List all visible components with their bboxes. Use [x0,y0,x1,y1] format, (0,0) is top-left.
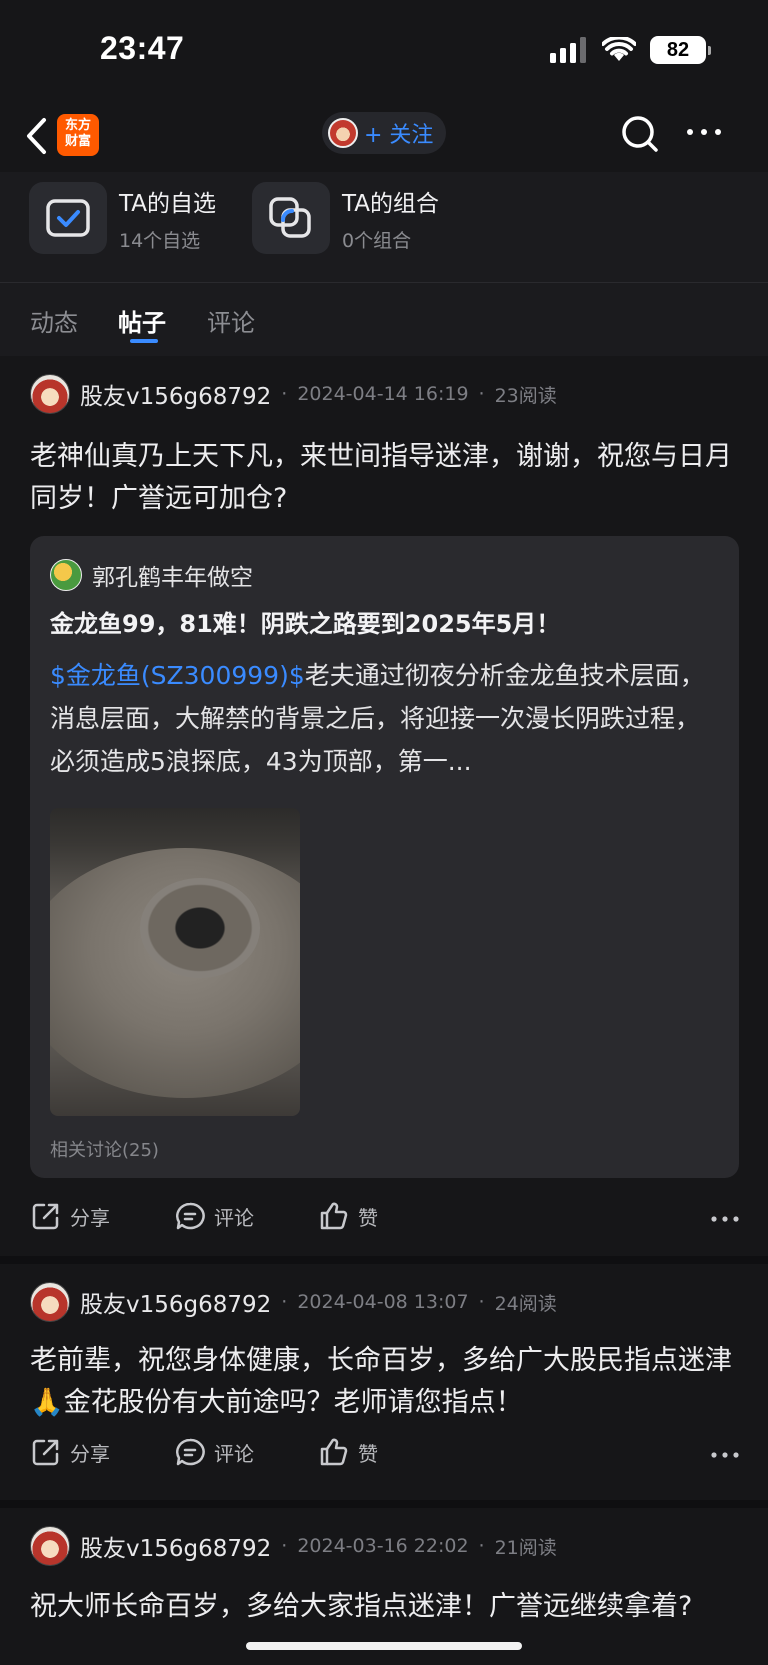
signal-icon [550,37,586,63]
post-date: 2024-03-16 22:02 [297,1535,469,1557]
quoted-post-header: 郭孔鹤丰年做空 [50,558,253,592]
wifi-icon [602,37,636,61]
post-header: 股友v156g68792 · 2024-04-14 16:19 · 23阅读 [30,374,557,414]
watchlist-title: TA的自选 [119,190,216,217]
watchlist-count: 14个自选 [119,229,201,252]
tab-comments[interactable]: 评论 [207,303,255,338]
quoted-post-body: $金龙鱼(SZ300999)$老夫通过彻夜分析金龙鱼技术层面，消息层面，大解禁的… [50,654,720,783]
author-name[interactable]: 股友v156g68792 [80,1529,271,1563]
tab-bar: 动态 帖子 评论 [0,282,768,356]
comment-icon [176,1202,205,1230]
back-arrow-icon[interactable] [24,116,48,156]
user-avatar [328,118,358,148]
tab-active-indicator [130,339,158,343]
watchlist-card[interactable]: TA的自选 14个自选 [29,182,216,254]
profile-strip: TA的自选 14个自选 TA的组合 0个组合 [0,172,768,282]
search-icon[interactable] [620,114,660,154]
read-count: 24阅读 [494,1292,557,1315]
read-count: 21阅读 [494,1536,557,1559]
millstone-hole [140,878,260,978]
home-indicator [246,1642,522,1650]
separator: · [478,1535,485,1557]
quoted-author-name[interactable]: 郭孔鹤丰年做空 [92,558,253,592]
portfolio-icon [252,182,330,254]
post-text[interactable]: 老前辈，祝您身体健康，长命百岁，多给广大股民指点迷津🙏金花股份有大前途吗？老师请… [30,1340,740,1424]
thumbs-up-icon [320,1438,348,1466]
separator: · [281,383,288,405]
thumbs-up-icon [320,1202,348,1230]
tab-activity[interactable]: 动态 [30,303,78,338]
more-menu-icon[interactable] [684,122,724,142]
quoted-post-image[interactable] [50,808,300,1116]
like-button[interactable]: 赞 [318,1200,378,1232]
separator: · [478,383,485,405]
comment-button[interactable]: 评论 [174,1200,254,1232]
post-date: 2024-04-14 16:19 [297,383,469,405]
status-icons: 82 [550,36,711,64]
nav-bar: 东方 财富 + 关注 [0,100,768,172]
post-actions: 分享 评论 赞 [30,1200,740,1240]
author-name[interactable]: 股友v156g68792 [80,377,271,411]
author-avatar[interactable] [30,374,70,414]
post-item[interactable]: 股友v156g68792 · 2024-04-08 13:07 · 24阅读 老… [0,1264,768,1500]
post-more-icon[interactable] [710,1214,740,1224]
quoted-post-card[interactable]: 郭孔鹤丰年做空 金龙鱼99，81难！阴跌之路要到2025年5月！ $金龙鱼(SZ… [30,536,739,1178]
author-avatar[interactable] [30,1282,70,1322]
portfolio-count: 0个组合 [342,229,412,252]
battery-indicator: 82 [650,36,711,64]
follow-label: + 关注 [364,123,434,148]
status-bar: 23:47 82 [0,0,768,100]
separator: · [281,1291,288,1313]
post-item[interactable]: 股友v156g68792 · 2024-04-14 16:19 · 23阅读 老… [0,356,768,1256]
post-divider [0,1256,768,1264]
like-button[interactable]: 赞 [318,1436,378,1468]
post-actions: 分享 评论 赞 [30,1436,740,1476]
app-logo[interactable]: 东方 财富 [57,114,99,156]
related-discussion-link[interactable]: 相关讨论(25) [50,1136,159,1162]
author-name[interactable]: 股友v156g68792 [80,1285,271,1319]
share-icon [32,1203,59,1230]
share-button[interactable]: 分享 [30,1200,110,1232]
quoted-post-title: 金龙鱼99，81难！阴跌之路要到2025年5月！ [50,610,561,638]
watchlist-icon [29,182,107,254]
post-divider [0,1500,768,1508]
post-header: 股友v156g68792 · 2024-04-08 13:07 · 24阅读 [30,1282,557,1322]
post-text[interactable]: 祝大师长命百岁，多给大家指点迷津！广誉远继续拿着? [30,1586,740,1628]
post-date: 2024-04-08 13:07 [297,1291,469,1313]
separator: · [478,1291,485,1313]
post-text[interactable]: 老神仙真乃上天下凡，来世间指导迷津，谢谢，祝您与日月同岁！广誉远可加仓? [30,436,740,520]
status-time: 23:47 [100,30,185,66]
portfolio-title: TA的组合 [342,190,439,217]
quoted-author-avatar [50,559,82,591]
portfolio-card[interactable]: TA的组合 0个组合 [252,182,439,254]
separator: · [281,1535,288,1557]
tab-posts[interactable]: 帖子 [118,303,166,338]
read-count: 23阅读 [494,384,557,407]
share-icon [32,1439,59,1466]
comment-button[interactable]: 评论 [174,1436,254,1468]
follow-button[interactable]: + 关注 [322,112,446,154]
share-button[interactable]: 分享 [30,1436,110,1468]
post-header: 股友v156g68792 · 2024-03-16 22:02 · 21阅读 [30,1526,557,1566]
author-avatar[interactable] [30,1526,70,1566]
stock-link[interactable]: $金龙鱼(SZ300999)$ [50,661,305,690]
post-more-icon[interactable] [710,1450,740,1460]
comment-icon [176,1438,205,1466]
